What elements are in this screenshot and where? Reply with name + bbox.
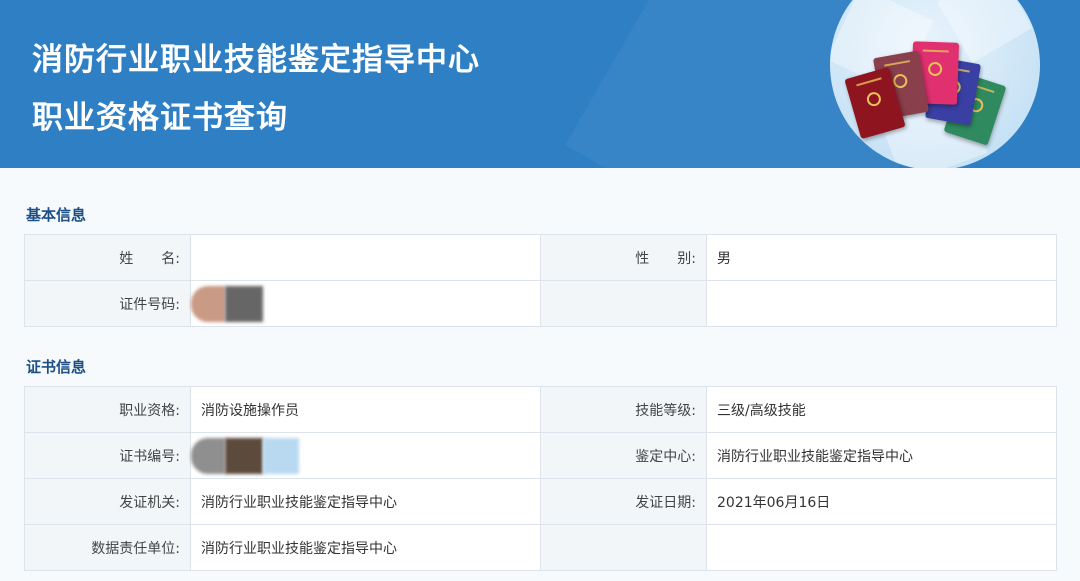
skill-level-value: 三级/高级技能 <box>706 386 1057 433</box>
table-row: 姓 名: 性 别: 男 <box>24 234 1057 281</box>
name-label: 姓 名: <box>24 234 191 281</box>
issue-date-value: 2021年06月16日 <box>706 478 1057 525</box>
appraisal-center-label: 鉴定中心: <box>540 432 707 479</box>
skill-level-label: 技能等级: <box>540 386 707 433</box>
header-banner: 消防行业职业技能鉴定指导中心 职业资格证书查询 <box>0 0 1080 168</box>
empty-value <box>706 524 1057 571</box>
redacted-mask <box>263 437 299 474</box>
certificate-number-value <box>190 432 541 479</box>
basic-info-table: 姓 名: 性 别: 男 证件号码: <box>24 234 1057 327</box>
redacted-mask <box>191 285 225 322</box>
qualification-label: 职业资格: <box>24 386 191 433</box>
issue-date-label: 发证日期: <box>540 478 707 525</box>
id-number-value <box>190 280 541 327</box>
empty-value <box>706 280 1057 327</box>
empty-label <box>540 524 707 571</box>
name-value <box>190 234 541 281</box>
certificate-books-illustration <box>830 0 1040 168</box>
table-row: 证件号码: <box>24 280 1057 327</box>
page-subtitle: 职业资格证书查询 <box>32 100 288 136</box>
data-unit-label: 数据责任单位: <box>24 524 191 571</box>
gender-value: 男 <box>706 234 1057 281</box>
gender-label: 性 别: <box>540 234 707 281</box>
issuer-value: 消防行业职业技能鉴定指导中心 <box>190 478 541 525</box>
table-row: 发证机关: 消防行业职业技能鉴定指导中心 发证日期: 2021年06月16日 <box>24 478 1057 525</box>
qualification-value: 消防设施操作员 <box>190 386 541 433</box>
empty-label <box>540 280 707 327</box>
table-row: 职业资格: 消防设施操作员 技能等级: 三级/高级技能 <box>24 386 1057 433</box>
data-unit-value: 消防行业职业技能鉴定指导中心 <box>190 524 541 571</box>
appraisal-center-value: 消防行业职业技能鉴定指导中心 <box>706 432 1057 479</box>
certificate-number-label: 证书编号: <box>24 432 191 479</box>
redacted-mask <box>225 285 263 322</box>
main-content: 基本信息 姓 名: 性 别: 男 证件号码: 证书信息 职业资格: 消防设施操作… <box>0 168 1080 581</box>
redacted-mask <box>225 437 263 474</box>
issuer-label: 发证机关: <box>24 478 191 525</box>
certificate-info-table: 职业资格: 消防设施操作员 技能等级: 三级/高级技能 证书编号: 鉴定中心: … <box>24 386 1057 571</box>
redacted-mask <box>191 437 225 474</box>
table-row: 数据责任单位: 消防行业职业技能鉴定指导中心 <box>24 524 1057 571</box>
page-title: 消防行业职业技能鉴定指导中心 <box>32 42 480 78</box>
id-number-label: 证件号码: <box>24 280 191 327</box>
basic-info-title: 基本信息 <box>26 206 87 224</box>
table-row: 证书编号: 鉴定中心: 消防行业职业技能鉴定指导中心 <box>24 432 1057 479</box>
certificate-info-title: 证书信息 <box>26 358 87 376</box>
